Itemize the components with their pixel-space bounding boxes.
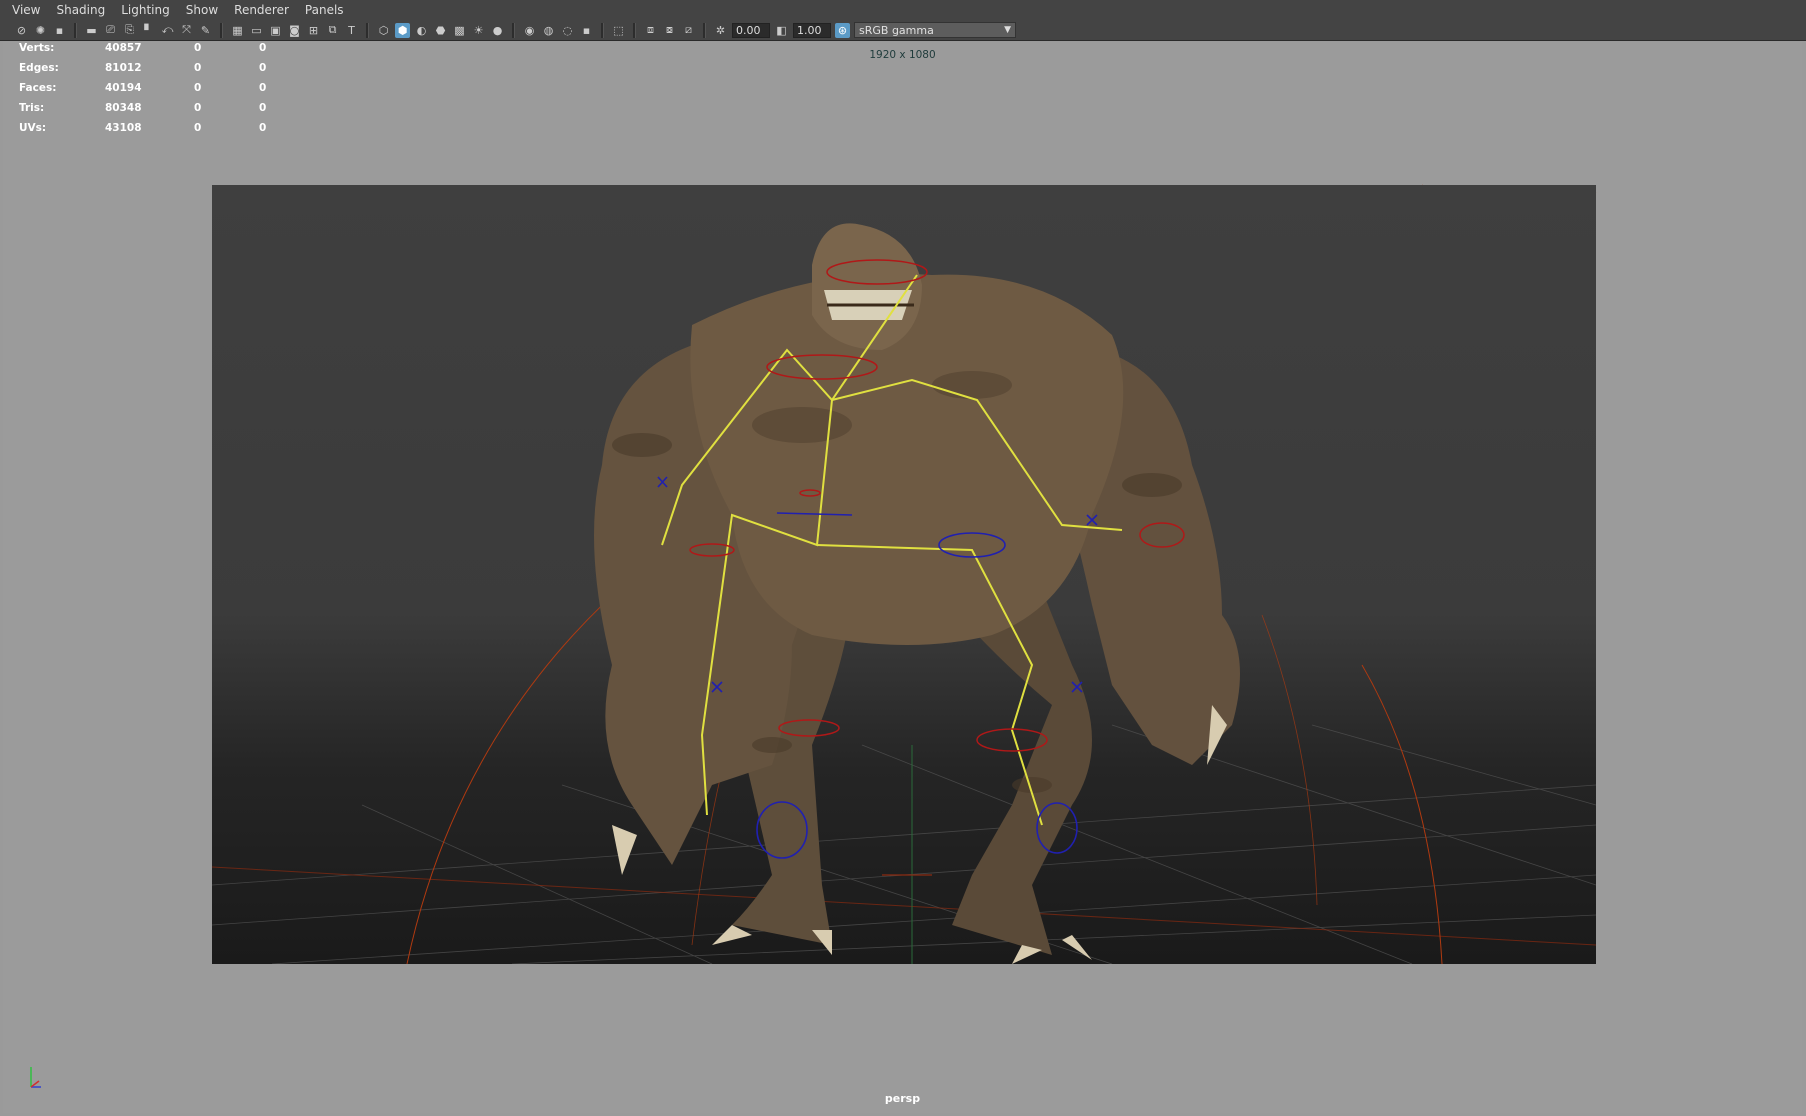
resolution-gate-icon[interactable]: ▣ — [268, 23, 283, 38]
panel-toolbar: ⊘ ✺ ▪ ▬ ⎚ ⎘ ▘ ⤺ ⤧ ✎ ▦ ▭ ▣ ◙ ⊞ ⧉ T ⬡ ⬢ ◐ … — [0, 20, 1806, 41]
toolbar-separator — [220, 22, 223, 38]
maya-viewport-window: View Shading Lighting Show Renderer Pane… — [0, 0, 1806, 1116]
menu-shading[interactable]: Shading — [48, 0, 113, 20]
color-management-icon[interactable]: ⊛ — [835, 22, 850, 38]
field-chart-icon[interactable]: ⊞ — [306, 23, 321, 38]
axis-gizmo — [30, 1067, 41, 1088]
smooth-shade-icon[interactable]: ⬢ — [395, 22, 410, 38]
gate-mask-icon[interactable]: ◙ — [287, 23, 302, 38]
wireframe-on-shaded-icon[interactable]: ◐ — [414, 23, 429, 38]
bookmark-icon[interactable]: ▪ — [52, 23, 67, 38]
menu-panels[interactable]: Panels — [297, 0, 352, 20]
toolbar-separator — [366, 22, 369, 38]
isolate-select-icon[interactable]: ⬚ — [611, 23, 626, 38]
scene-render — [212, 223, 1596, 964]
camera-attributes-icon[interactable]: ✺ — [33, 23, 48, 38]
xray-joints-icon[interactable]: ⧇ — [662, 23, 677, 38]
bookmark-flag-icon[interactable]: ▘ — [141, 23, 156, 38]
resolution-gate — [212, 185, 1596, 964]
safe-action-icon[interactable]: ⧉ — [325, 23, 340, 38]
select-camera-icon[interactable]: ⊘ — [14, 23, 29, 38]
camera-icon[interactable]: ⎚ — [103, 23, 118, 38]
exposure-field[interactable] — [732, 22, 770, 38]
grid-toggle-icon[interactable]: ▦ — [230, 23, 245, 38]
depth-of-field-icon[interactable]: ▪ — [579, 23, 594, 38]
move-tool-icon[interactable]: ⤧ — [179, 23, 194, 38]
chevron-down-icon: ▼ — [1004, 25, 1011, 35]
exposure-icon[interactable]: ✲ — [713, 23, 728, 38]
gamma-icon[interactable]: ◧ — [774, 23, 789, 38]
menu-lighting[interactable]: Lighting — [113, 0, 178, 20]
wireframe-icon[interactable]: ⬡ — [376, 23, 391, 38]
panel-menu-bar: View Shading Lighting Show Renderer Pane… — [0, 0, 1806, 20]
rotate-tool-icon[interactable]: ⤺ — [160, 23, 175, 38]
gamma-field[interactable] — [793, 22, 831, 38]
view-transform-select[interactable]: sRGB gamma ▼ — [854, 22, 1016, 38]
toolbar-separator — [703, 22, 706, 38]
menu-view[interactable]: View — [0, 0, 48, 20]
motion-blur-icon[interactable]: ◍ — [541, 23, 556, 38]
3d-viewport[interactable]: Verts: 40857 0 0 Edges: 81012 0 0 Faces:… — [3, 42, 1802, 1113]
xray-components-icon[interactable]: ⧄ — [681, 23, 696, 38]
menu-show[interactable]: Show — [178, 0, 226, 20]
toolbar-separator — [74, 22, 77, 38]
creature-mesh — [594, 223, 1240, 964]
toolbar-separator — [601, 22, 604, 38]
film-gate-icon[interactable]: ▭ — [249, 23, 264, 38]
toolbar-separator — [633, 22, 636, 38]
use-lights-icon[interactable]: ☀ — [471, 23, 486, 38]
ambient-occlusion-icon[interactable]: ◉ — [522, 23, 537, 38]
safe-title-icon[interactable]: T — [344, 23, 359, 38]
lock-camera-icon[interactable]: ⎘ — [122, 23, 137, 38]
menu-renderer[interactable]: Renderer — [226, 0, 297, 20]
view-transform-value: sRGB gamma — [859, 23, 934, 37]
xray-icon[interactable]: ⧈ — [643, 23, 658, 38]
camera-name-label: persp — [884, 1092, 921, 1105]
anti-alias-icon[interactable]: ◌ — [560, 23, 575, 38]
brush-tool-icon[interactable]: ✎ — [198, 23, 213, 38]
image-plane-icon[interactable]: ▬ — [84, 23, 99, 38]
shadows-icon[interactable]: ● — [490, 23, 505, 38]
toolbar-separator — [512, 22, 515, 38]
default-material-icon[interactable]: ⬣ — [433, 23, 448, 38]
ground-grid — [212, 724, 1596, 964]
textured-icon[interactable]: ▩ — [452, 23, 467, 38]
